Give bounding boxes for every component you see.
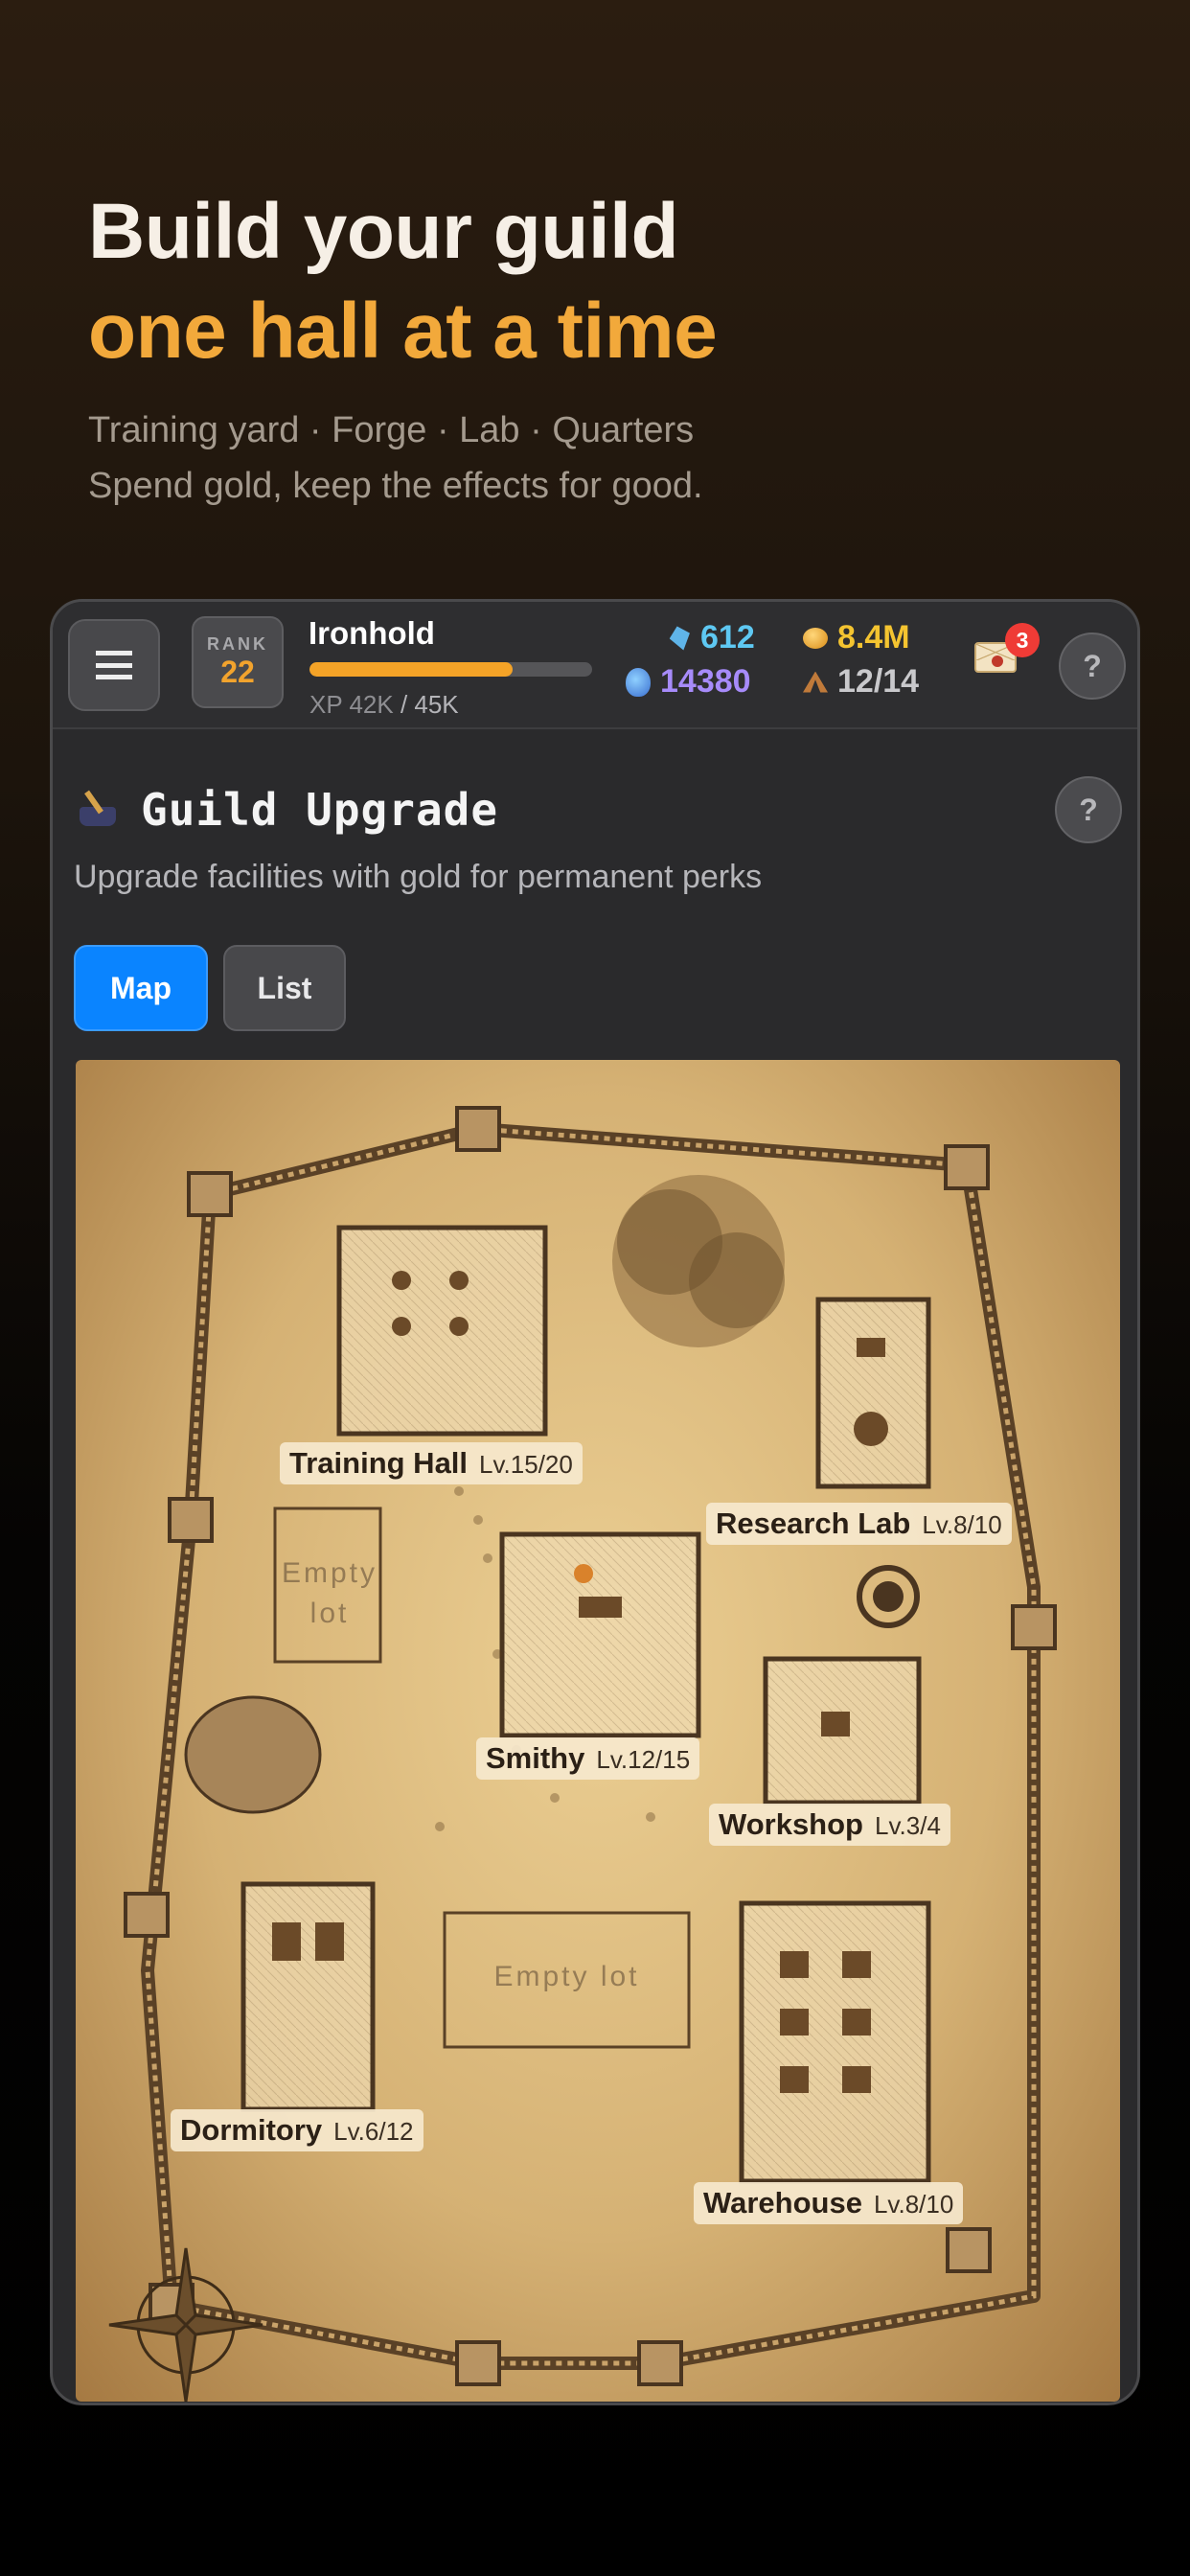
anvil-hammer-icon	[74, 788, 124, 832]
top-bar: RANK 22 Ironhold XP 42K / 45K 612 14380 …	[53, 602, 1137, 729]
gems-counter[interactable]: 612	[670, 619, 755, 656]
building-name: Workshop	[719, 1807, 863, 1841]
building-name: Warehouse	[703, 2186, 862, 2220]
gem-icon	[667, 623, 694, 653]
gold-value: 8.4M	[837, 619, 910, 656]
tab-map[interactable]: Map	[74, 945, 208, 1031]
rank-badge[interactable]: RANK 22	[192, 616, 284, 708]
empty-lot[interactable]: Empty lot	[445, 1961, 689, 1993]
building-level: Lv.8/10	[922, 1510, 1002, 1539]
rank-value: 22	[220, 655, 255, 689]
xp-text: XP 42K / 45K	[309, 690, 459, 720]
building-level: Lv.12/15	[596, 1745, 691, 1774]
hero-title-line1: Build your guild	[88, 188, 679, 275]
crystals-value: 14380	[660, 663, 751, 700]
menu-button[interactable]	[68, 619, 160, 711]
building-level: Lv.6/12	[333, 2117, 414, 2146]
building-dormitory[interactable]: Dormitory Lv.6/12	[171, 2109, 423, 2151]
xp-bar	[309, 662, 592, 677]
player-name: Ironhold	[309, 615, 435, 651]
hero-subtitle-line1: Training yard · Forge · Lab · Quarters	[88, 410, 695, 450]
crystal-icon	[626, 667, 651, 697]
tab-list[interactable]: List	[223, 945, 346, 1031]
building-research-lab[interactable]: Research Lab Lv.8/10	[706, 1503, 1012, 1545]
gems-value: 612	[700, 619, 755, 656]
building-name: Dormitory	[180, 2113, 323, 2147]
mail-badge: 3	[1005, 623, 1040, 657]
workers-counter[interactable]: 12/14	[803, 663, 919, 701]
xp-max: / 45K	[400, 690, 459, 719]
building-workshop[interactable]: Workshop Lv.3/4	[709, 1804, 950, 1846]
building-name: Research Lab	[716, 1506, 911, 1540]
workers-value: 12/14	[837, 663, 920, 700]
building-level: Lv.3/4	[875, 1811, 941, 1840]
building-name: Smithy	[486, 1741, 585, 1775]
map-illustration	[108, 1106, 1057, 2402]
building-name: Training Hall	[289, 1446, 469, 1480]
building-level: Lv.15/20	[479, 1450, 573, 1479]
guild-map: Training Hall Lv.15/20 Research Lab Lv.8…	[76, 1060, 1120, 2402]
panel-subtitle: Upgrade facilities with gold for permane…	[74, 859, 763, 895]
hero-title-line2: one hall at a time	[88, 288, 718, 375]
empty-lot[interactable]: Empty lot	[267, 1553, 392, 1634]
building-smithy[interactable]: Smithy Lv.12/15	[476, 1737, 700, 1780]
hamburger-icon	[96, 651, 132, 679]
help-button[interactable]: ?	[1059, 632, 1126, 700]
panel-title: Guild Upgrade	[141, 784, 499, 836]
game-screen: RANK 22 Ironhold XP 42K / 45K 612 14380 …	[50, 599, 1140, 2405]
hero-subtitle-line2: Spend gold, keep the effects for good.	[88, 466, 703, 506]
xp-bar-fill	[309, 662, 514, 677]
building-level: Lv.8/10	[873, 2190, 954, 2219]
gold-coin-icon	[803, 627, 828, 649]
panel-header: Guild Upgrade	[74, 784, 498, 836]
building-training-hall[interactable]: Training Hall Lv.15/20	[280, 1442, 583, 1484]
xp-current: XP 42K	[309, 690, 394, 719]
crystals-counter[interactable]: 14380	[626, 663, 751, 701]
gold-counter[interactable]: 8.4M	[803, 619, 910, 656]
tent-icon	[803, 671, 828, 693]
hero: Build your guild one hall at a time Trai…	[88, 182, 1104, 514]
panel-help-button[interactable]: ?	[1055, 776, 1122, 843]
rank-label: RANK	[207, 634, 268, 654]
building-warehouse[interactable]: Warehouse Lv.8/10	[694, 2182, 964, 2224]
